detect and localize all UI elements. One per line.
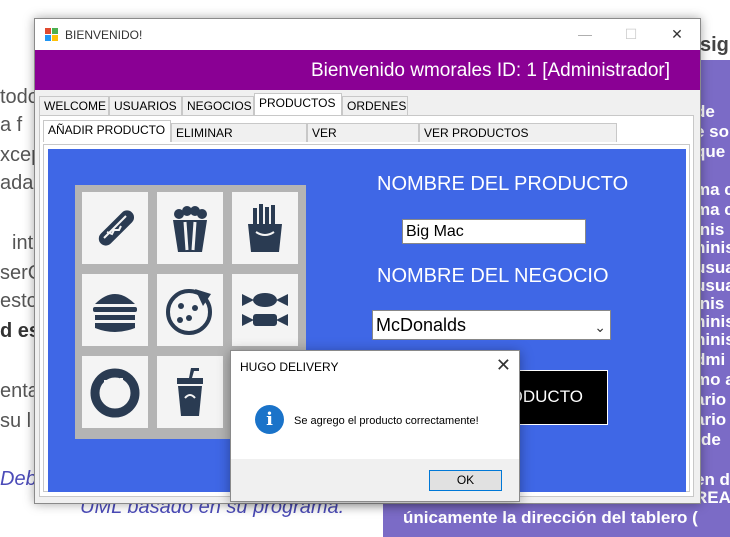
info-icon: i (255, 405, 284, 434)
bg-text: a f (0, 114, 23, 136)
dialog-message: Se agrego el producto correctamente! (294, 415, 479, 427)
donut-icon (82, 356, 148, 428)
bg-text: esto (0, 290, 38, 312)
bg-text: int (12, 232, 34, 254)
app-icon (45, 28, 59, 42)
maximize-button[interactable]: ☐ (608, 19, 654, 50)
hotdog-icon (82, 192, 148, 264)
business-select[interactable]: McDonalds ⌄ (372, 310, 611, 340)
bg-text: de (701, 430, 721, 449)
business-select-value: McDonalds (376, 315, 467, 335)
tab-eliminar-producto[interactable]: ELIMINAR PRODUCTO (171, 123, 307, 159)
popcorn-icon (157, 192, 223, 264)
bg-text: únicamente la dirección del tablero ( (403, 508, 698, 527)
tab-negocios[interactable]: NEGOCIOS (182, 96, 254, 115)
business-name-label: NOMBRE DEL NEGOCIO (377, 265, 609, 287)
dialog-close-button[interactable]: ✕ (496, 355, 511, 376)
tab-welcome[interactable]: WELCOME (39, 96, 109, 115)
product-name-input[interactable]: Big Mac (402, 219, 586, 244)
tab-ver-productos-restaurante[interactable]: VER PRODUCTOS RESTAURANTE (419, 123, 617, 159)
title-bar[interactable]: BIENVENIDO! — ☐ ✕ (35, 19, 700, 50)
close-button[interactable]: ✕ (654, 19, 700, 50)
product-name-label: NOMBRE DEL PRODUCTO (377, 173, 629, 195)
tab-anadir-producto[interactable]: AÑADIR PRODUCTO (43, 120, 171, 142)
tab-ordenes[interactable]: ORDENES (342, 96, 408, 115)
bg-text: sig (700, 34, 729, 56)
soda-icon (157, 356, 223, 428)
tab-usuarios[interactable]: USUARIOS (109, 96, 182, 115)
burger-icon (82, 274, 148, 346)
fries-icon (232, 192, 298, 264)
candy-icon (232, 274, 298, 346)
bg-text: su l (0, 410, 32, 432)
pizza-icon (157, 274, 223, 346)
header-band: Bienvenido wmorales ID: 1 [Administrador… (35, 50, 700, 90)
tab-ver-productos[interactable]: VER PRODUCTOS (307, 123, 419, 159)
minimize-button[interactable]: — (562, 19, 608, 50)
chevron-down-icon: ⌄ (594, 319, 606, 335)
message-dialog: HUGO DELIVERY ✕ i Se agrego el producto … (230, 350, 520, 502)
welcome-text: Bienvenido wmorales ID: 1 [Administrador… (310, 60, 670, 81)
window-title: BIENVENIDO! (65, 28, 143, 42)
dialog-title: HUGO DELIVERY (240, 360, 339, 374)
tab-productos[interactable]: PRODUCTOS (254, 93, 342, 115)
ok-button[interactable]: OK (429, 470, 502, 491)
